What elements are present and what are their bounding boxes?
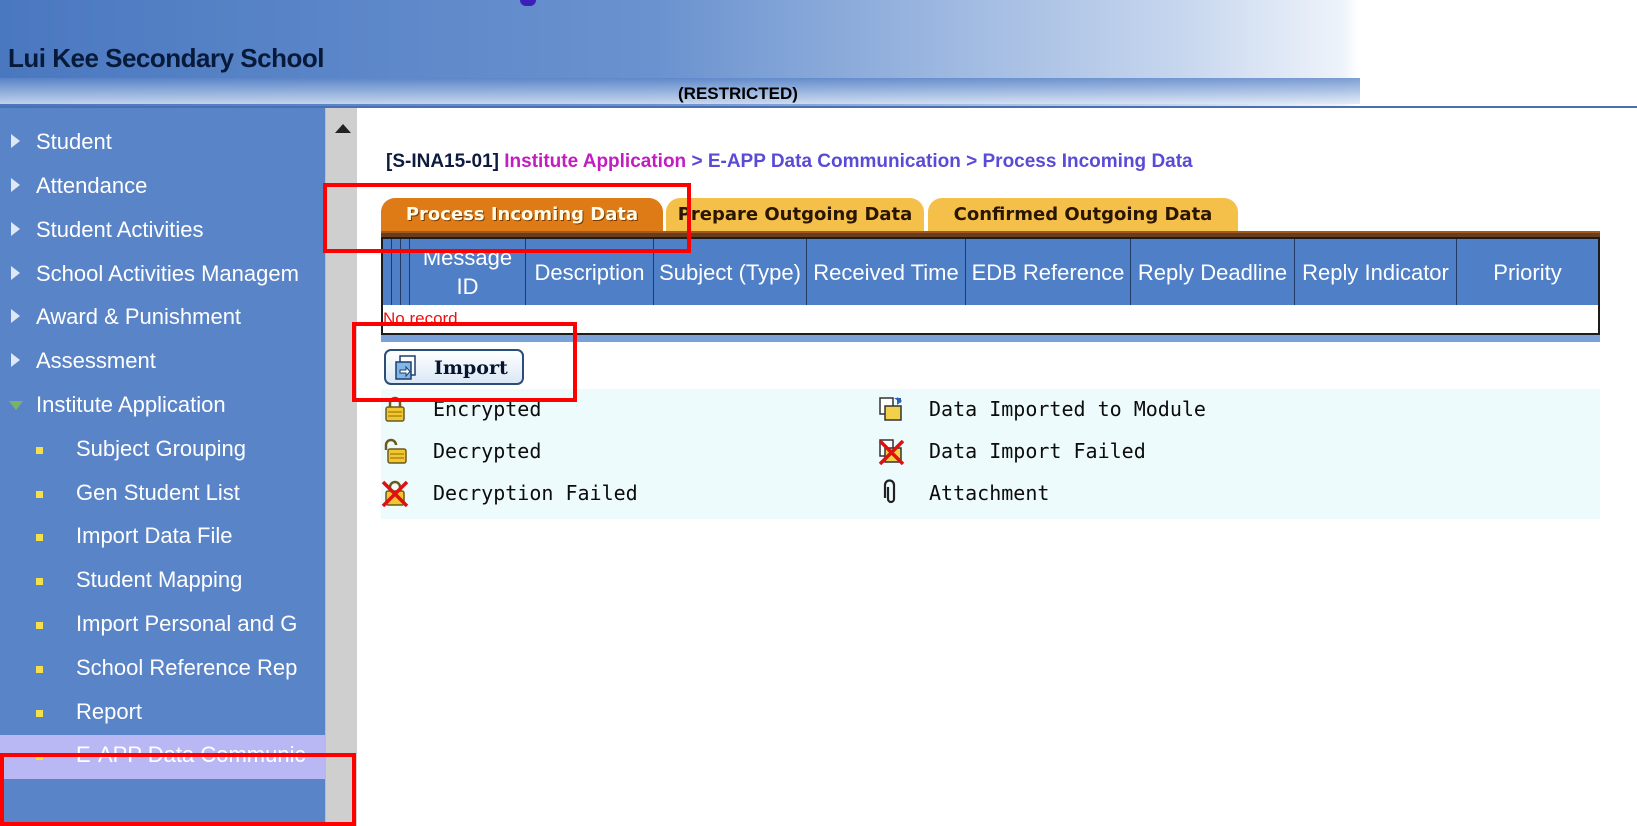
legend-label: Data Import Failed [929,439,1146,463]
sidebar-item-import-data-file[interactable]: Import Data File [0,516,325,560]
column-header-description[interactable]: Description [526,239,654,305]
column-header-reply-indicator[interactable]: Reply Indicator [1295,239,1457,305]
sidebar-item-label: Assessment [36,348,156,373]
column-header-message-id[interactable]: Message ID [410,239,526,305]
sidebar-item-label: Attendance [36,173,148,198]
sidebar-item-attendance[interactable]: Attendance [0,166,325,210]
bullet-icon [36,666,43,673]
chevron-right-icon [11,353,20,367]
import-button[interactable]: Import [384,349,524,385]
breadcrumb: [S-INA15-01] Institute Application > E-A… [386,151,1193,173]
sidebar-item-assessment[interactable]: Assessment [0,341,325,385]
sidebar-item-label: Student Activities [36,217,204,242]
legend-label: Attachment [929,481,1050,505]
column-handle [392,239,401,305]
legend-item-encrypted: Encrypted [381,393,821,429]
tab-confirmed-outgoing-data[interactable]: Confirmed Outgoing Data [928,198,1238,231]
bullet-icon [36,710,43,717]
sidebar-item-label: School Reference Rep [76,655,298,680]
lock-closed-icon [385,396,405,422]
tab-prepare-outgoing-data[interactable]: Prepare Outgoing Data [666,198,924,231]
legend-item-data-import-failed: Data Import Failed [877,435,1317,471]
column-header-reply-deadline[interactable]: Reply Deadline [1131,239,1295,305]
sidebar-item-subject-grouping[interactable]: Subject Grouping [0,429,325,473]
import-button-label: Import [434,357,508,379]
sidebar-item-label: School Activities Managem [36,261,299,286]
import-icon [395,355,416,380]
sidebar-item-label: Import Data File [76,523,233,548]
breadcrumb-institute-application[interactable]: Institute Application [504,151,686,172]
legend-label: Decrypted [433,439,542,463]
decryption-failed-icon [381,480,409,507]
breadcrumb-code: [S-INA15-01] [386,151,499,172]
document-import-icon [879,397,902,421]
chevron-right-icon [11,266,20,280]
sidebar-item-student[interactable]: Student [0,122,325,166]
breadcrumb-path: > E-APP Data Communication > Process Inc… [686,151,1193,172]
legend-item-decryption-failed: Decryption Failed [381,477,821,513]
column-handle [383,239,392,305]
legend-item-decrypted: Decrypted [381,435,821,471]
chevron-right-icon [11,309,20,323]
bullet-icon [36,534,43,541]
sidebar-item-school-activities[interactable]: School Activities Managem [0,254,325,298]
sidebar-item-school-reference-report[interactable]: School Reference Rep [0,648,325,692]
bullet-icon [36,622,43,629]
sidebar-scrollbar[interactable] [325,108,357,826]
sidebar-item-label: Import Personal and G [76,611,298,636]
sidebar-item-label: Institute Application [36,392,226,417]
sidebar-item-award-punishment[interactable]: Award & Punishment [0,297,325,341]
message-table: Message ID Description Subject (Type) Re… [381,237,1600,335]
import-failed-icon [878,439,905,465]
column-handle [401,239,410,305]
sidebar-item-label: Student Mapping [76,567,243,592]
sidebar-item-institute-application[interactable]: Institute Application [0,385,325,429]
legend-item-attachment: Attachment [877,477,1317,513]
icon-legend: Encrypted Data Imported to Module Decryp… [381,389,1600,519]
header-logo-mark [520,0,536,6]
sidebar-item-import-personal[interactable]: Import Personal and G [0,604,325,648]
column-header-edb-reference[interactable]: EDB Reference [966,239,1131,305]
legend-item-data-imported: Data Imported to Module [877,393,1317,429]
sidebar: Student Attendance Student Activities Sc… [0,108,325,826]
empty-table-message: No record. [383,309,463,328]
bullet-icon [36,447,43,454]
sidebar-item-label: Subject Grouping [76,436,246,461]
chevron-right-icon [11,134,20,148]
sidebar-item-gen-student-list[interactable]: Gen Student List [0,473,325,517]
sidebar-item-label: Student [36,129,112,154]
sidebar-item-eapp-data-communication[interactable]: E-APP Data Communic [0,735,325,779]
paperclip-icon [883,479,896,504]
chevron-right-icon [11,178,20,192]
sidebar-item-label: Award & Punishment [36,304,242,329]
sidebar-item-label: E-APP Data Communic [76,742,306,767]
legend-label: Data Imported to Module [929,397,1206,421]
column-header-subject-type[interactable]: Subject (Type) [654,239,807,305]
table-header: Message ID Description Subject (Type) Re… [383,239,1598,305]
sidebar-item-student-mapping[interactable]: Student Mapping [0,560,325,604]
table-footer-bar [381,335,1600,342]
column-header-received-time[interactable]: Received Time [807,239,966,305]
lock-open-icon [384,438,407,464]
bullet-icon [36,491,43,498]
bullet-icon [36,753,43,760]
sidebar-item-student-activities[interactable]: Student Activities [0,210,325,254]
school-name: Lui Kee Secondary School [8,43,324,73]
scroll-up-arrow-icon[interactable] [335,124,351,133]
tab-process-incoming-data[interactable]: Process Incoming Data [381,198,663,231]
sidebar-item-label: Gen Student List [76,480,240,505]
header-banner: Lui Kee Secondary School (RESTRICTED) [0,0,1637,108]
column-header-priority[interactable]: Priority [1457,239,1598,305]
chevron-right-icon [11,222,20,236]
restricted-label: (RESTRICTED) [678,84,798,103]
legend-label: Encrypted [433,397,542,421]
bullet-icon [36,578,43,585]
chevron-down-icon [9,401,23,410]
sidebar-item-report[interactable]: Report [0,692,325,736]
sidebar-item-label: Report [76,699,143,724]
legend-label: Decryption Failed [433,481,638,505]
